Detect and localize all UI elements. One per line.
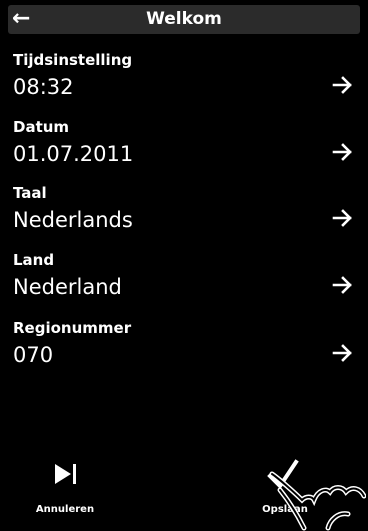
setting-row-country[interactable]: Land Nederland [13,250,358,314]
setting-value: 01.07.2011 [13,142,134,166]
arrow-right-icon[interactable] [332,342,354,364]
arrow-right-icon[interactable] [332,74,354,96]
setting-row-date[interactable]: Datum 01.07.2011 [13,117,358,181]
setting-row-language[interactable]: Taal Nederlands [13,183,358,247]
setting-row-time[interactable]: Tijdsinstelling 08:32 [13,50,358,114]
title-bar: ← Welkom [8,5,360,34]
cancel-button[interactable]: Annuleren [25,458,105,515]
setting-value: Nederland [13,275,122,299]
setting-label: Datum [13,118,70,136]
setting-row-area-code[interactable]: Regionummer 070 [13,318,358,382]
setting-label: Taal [13,184,47,202]
arrow-right-icon[interactable] [332,274,354,296]
setting-value: 08:32 [13,75,74,99]
cancel-label: Annuleren [35,504,95,515]
arrow-right-icon[interactable] [332,207,354,229]
setting-label: Tijdsinstelling [13,51,133,69]
arrow-right-icon[interactable] [332,141,354,163]
setting-value: Nederlands [13,208,133,232]
page-title: Welkom [146,9,222,29]
setting-label: Regionummer [13,319,132,337]
setting-label: Land [13,251,55,269]
setting-value: 070 [13,343,54,367]
skip-forward-icon [55,464,76,484]
tapping-hand-icon [269,471,366,531]
